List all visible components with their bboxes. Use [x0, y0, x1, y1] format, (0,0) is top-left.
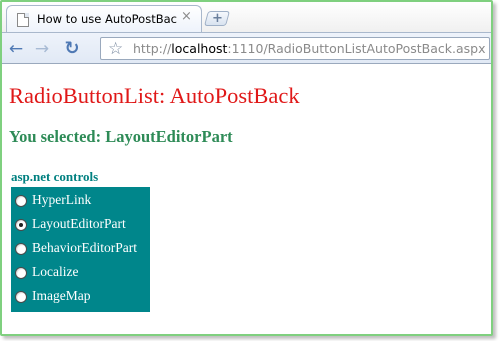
radio-option-label[interactable]: ImageMap — [32, 288, 90, 304]
radio-option-imagemap[interactable]: ImageMap — [11, 287, 150, 311]
back-button[interactable]: ← — [6, 39, 26, 59]
page-content: RadioButtonList: AutoPostBack You select… — [2, 65, 491, 334]
radio-option-label[interactable]: HyperLink — [32, 192, 91, 208]
radio-option-layouteditorpart[interactable]: LayoutEditorPart — [11, 215, 150, 239]
radio-option-label[interactable]: BehaviorEditorPart — [32, 240, 137, 256]
browser-tab[interactable]: How to use AutoPostBack f... × — [6, 5, 202, 32]
new-tab-button[interactable]: + — [203, 11, 231, 26]
selected-message: You selected: LayoutEditorPart — [9, 127, 233, 146]
radio-button[interactable] — [15, 243, 27, 255]
page-title: RadioButtonList: AutoPostBack — [9, 83, 300, 108]
page-icon — [17, 13, 29, 27]
radio-button[interactable] — [15, 267, 27, 279]
tab-strip: How to use AutoPostBack f... × + — [2, 2, 491, 32]
arrow-left-icon: ← — [8, 39, 24, 59]
forward-button[interactable]: → — [32, 39, 52, 59]
radio-option-hyperlink[interactable]: HyperLink — [11, 191, 150, 215]
address-bar[interactable]: ☆ http://localhost:1110/RadioButtonListA… — [100, 37, 490, 60]
radio-button[interactable] — [15, 219, 27, 231]
radio-button-list: HyperLink LayoutEditorPart BehaviorEdito… — [11, 187, 150, 312]
url-scheme: http:// — [133, 41, 172, 56]
plus-icon: + — [212, 11, 223, 26]
url-text: http://localhost:1110/RadioButtonListAut… — [133, 41, 486, 56]
radio-button[interactable] — [15, 291, 27, 303]
reload-button[interactable]: ↻ — [62, 39, 82, 59]
close-icon[interactable]: × — [181, 10, 192, 24]
radio-option-label[interactable]: LayoutEditorPart — [32, 216, 126, 232]
arrow-right-icon: → — [34, 39, 50, 59]
radio-option-behavioreditorpart[interactable]: BehaviorEditorPart — [11, 239, 150, 263]
url-path: :1110/RadioButtonListAutoPostBack.aspx — [227, 41, 486, 56]
star-icon[interactable]: ☆ — [108, 39, 123, 59]
browser-window: How to use AutoPostBack f... × + ← → ↻ ☆… — [0, 0, 493, 336]
radio-button[interactable] — [15, 195, 27, 207]
tab-title: How to use AutoPostBack f... — [37, 12, 177, 26]
radio-option-localize[interactable]: Localize — [11, 263, 150, 287]
radio-list-label: asp.net controls — [11, 169, 99, 184]
browser-toolbar: ← → ↻ ☆ http://localhost:1110/RadioButto… — [2, 32, 491, 64]
url-host: localhost — [171, 41, 228, 56]
reload-icon: ↻ — [64, 38, 80, 59]
radio-option-label[interactable]: Localize — [32, 264, 78, 280]
